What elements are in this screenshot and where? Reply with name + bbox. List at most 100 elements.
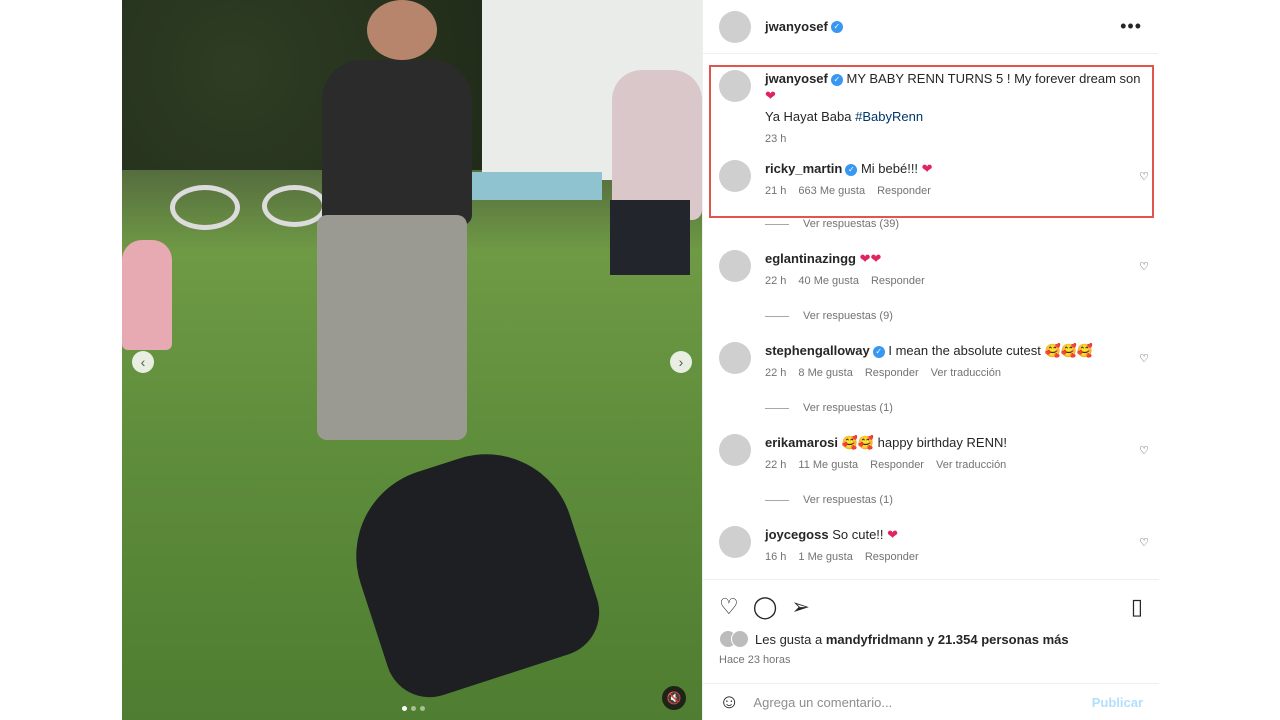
avatar[interactable] (719, 10, 751, 43)
comment-time: 22 h (765, 275, 787, 287)
avatar[interactable] (719, 342, 751, 374)
comment-input[interactable] (753, 694, 1092, 710)
view-replies-label: Ver respuestas (1) (803, 402, 893, 414)
translate-button[interactable]: Ver traducción (931, 365, 1001, 382)
like-icon[interactable]: ♡ (719, 594, 739, 620)
like-comment-icon[interactable]: ♡ (1139, 352, 1149, 365)
comment-likes[interactable]: 8 Me gusta (798, 365, 852, 382)
like-comment-icon[interactable]: ♡ (1139, 536, 1149, 549)
child-figure (333, 431, 611, 709)
verified-icon: ✓ (830, 74, 843, 86)
comments-list: jwanyosef ✓ MY BABY RENN TURNS 5 ! My for… (703, 54, 1159, 579)
more-icon[interactable]: ••• (1120, 16, 1142, 37)
post-comment-button[interactable]: Publicar (1092, 695, 1143, 710)
comment-text: happy birthday RENN! (877, 435, 1007, 450)
add-comment-bar: ☺ Publicar (703, 683, 1159, 720)
divider (765, 407, 789, 409)
like-comment-icon[interactable]: ♡ (1139, 444, 1149, 457)
comment-text: I mean the absolute cutest (888, 343, 1041, 358)
reply-button[interactable]: Responder (871, 273, 925, 290)
view-replies-button[interactable]: Ver respuestas (1) (765, 494, 893, 506)
mute-icon[interactable]: 🔇 (662, 686, 686, 710)
comment-time: 16 h (765, 551, 787, 563)
comment-username[interactable]: erikamarosi (765, 435, 838, 450)
comment: erikamarosi 🥰🥰 happy birthday RENN! 22 h… (719, 434, 1149, 474)
pool (467, 172, 602, 200)
translate-button[interactable]: Ver traducción (936, 457, 1006, 474)
post-time: Hace 23 horas (719, 654, 791, 666)
next-photo-button[interactable]: › (670, 351, 692, 373)
comment-time: 22 h (765, 459, 787, 471)
reply-button[interactable]: Responder (870, 457, 924, 474)
hashtag-link[interactable]: #BabyRenn (855, 109, 923, 124)
comment-icon[interactable]: ◯ (753, 594, 778, 620)
comment-likes[interactable]: 40 Me gusta (798, 273, 859, 290)
avatar[interactable] (719, 250, 751, 282)
adult-figure (322, 60, 472, 225)
girl-figure (122, 240, 172, 350)
comment-likes[interactable]: 1 Me gusta (798, 549, 852, 566)
comment-text: So cute!! (832, 527, 884, 542)
post-username[interactable]: jwanyosef (765, 19, 828, 34)
like-comment-icon[interactable]: ♡ (1139, 260, 1149, 273)
likes-prefix: Les gusta a (755, 631, 823, 647)
heart-emoji: ❤ (765, 88, 776, 103)
share-icon[interactable]: ➢ (791, 594, 809, 620)
carousel-indicator (402, 706, 425, 711)
heart-emoji: ❤ (921, 161, 933, 176)
adult-shorts (610, 200, 690, 275)
comment-text: Ya Hayat Baba (765, 109, 852, 124)
view-replies-label: Ver respuestas (39) (803, 218, 899, 230)
reply-button[interactable]: Responder (865, 549, 919, 566)
previous-photo-button[interactable]: ‹ (132, 351, 154, 373)
divider (765, 223, 789, 225)
verified-icon: ✓ (830, 20, 843, 33)
reply-button[interactable]: Responder (865, 365, 919, 382)
liker-username[interactable]: mandyfridmann (826, 632, 924, 647)
view-replies-button[interactable]: Ver respuestas (39) (765, 218, 899, 230)
verified-icon: ✓ (872, 346, 885, 358)
like-comment-icon[interactable]: ♡ (1139, 170, 1149, 183)
likes-summary: Les gusta a mandyfridmann y 21.354 perso… (703, 620, 1159, 648)
avatar[interactable] (719, 434, 751, 466)
comment: stephengalloway ✓ I mean the absolute cut… (719, 342, 1149, 382)
comment-username[interactable]: stephengalloway (765, 343, 870, 358)
comment-likes[interactable]: 663 Me gusta (798, 183, 865, 200)
avatar[interactable] (719, 160, 751, 192)
reply-button[interactable]: Responder (877, 183, 931, 200)
bookmark-icon[interactable]: ▯ (1131, 594, 1143, 620)
comment-time: 23 h (765, 133, 787, 145)
comment: eglantinazingg ❤❤ 22 h 40 Me gusta Respo… (719, 250, 1149, 290)
carousel-dot (411, 706, 416, 711)
comment-username[interactable]: eglantinazingg (765, 251, 856, 266)
comment-username[interactable]: ricky_martin (765, 161, 842, 176)
post-photo: ‹ › 🔇 (122, 0, 702, 720)
adult-head (367, 0, 437, 60)
comment-text: MY BABY RENN TURNS 5 ! My forever dream … (846, 71, 1141, 86)
view-replies-button[interactable]: Ver respuestas (1) (765, 402, 893, 414)
emoji: 🥰🥰 (841, 435, 874, 450)
post-header: jwanyosef ✓ ••• (703, 0, 1158, 54)
comment-likes[interactable]: 11 Me gusta (798, 457, 858, 474)
emoji-icon[interactable]: ☺ (719, 691, 739, 714)
view-replies-button[interactable]: Ver respuestas (9) (765, 310, 893, 322)
avatar[interactable] (719, 70, 751, 102)
actions-bar: ♡ ◯ ➢ ▯ Les gusta a mandyfridmann y 21.3… (703, 579, 1159, 683)
adult-pants (317, 215, 467, 440)
comment-username[interactable]: joycegoss (765, 527, 829, 542)
view-replies-label: Ver respuestas (1) (803, 494, 893, 506)
carousel-dot (420, 706, 425, 711)
comment-username[interactable]: jwanyosef (765, 71, 828, 86)
avatar[interactable] (719, 526, 751, 558)
comment: ricky_martin ✓ Mi bebé!!! ❤ 21 h 663 Me g… (719, 160, 1149, 200)
comment-time: 21 h (765, 185, 787, 197)
verified-icon: ✓ (845, 164, 858, 176)
view-replies-label: Ver respuestas (9) (803, 310, 893, 322)
divider (765, 315, 789, 317)
divider (765, 499, 789, 501)
comment: joycegoss So cute!! ❤ 16 h 1 Me gusta Re… (719, 526, 1149, 566)
emoji: 🥰🥰🥰 (1044, 343, 1094, 358)
adult-figure (612, 70, 702, 220)
likes-suffix[interactable]: y 21.354 personas más (927, 632, 1069, 647)
chair (170, 185, 240, 230)
